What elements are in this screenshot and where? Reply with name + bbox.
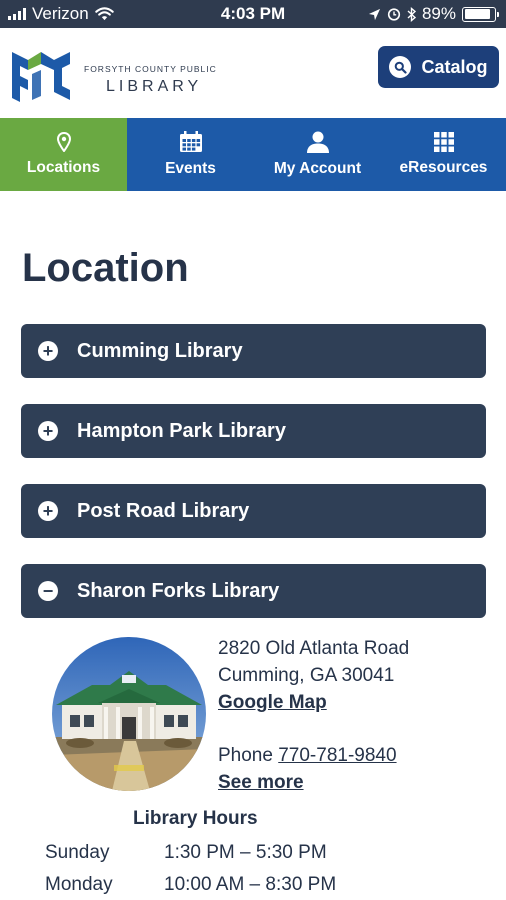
accordion-cumming-library[interactable]: + Cumming Library [21,324,486,378]
accordion-label: Post Road Library [77,499,250,522]
branch-photo [52,637,206,791]
map-pin-icon [56,132,71,152]
accordion-label: Hampton Park Library [77,419,286,442]
alarm-icon [387,8,401,21]
location-arrow-icon [368,8,381,20]
nav-item-events[interactable]: Events [127,118,254,191]
hours-title: Library Hours [133,808,258,829]
library-wordmark: LIBRARY [106,78,203,95]
nav-label-eresources: eResources [399,159,488,176]
address-line-2: Cumming, GA 30041 [218,665,395,686]
user-icon [306,131,329,153]
expand-plus-icon: + [38,421,58,441]
carrier-name: Verizon [32,4,89,23]
nav-item-eresources[interactable]: eResources [381,118,506,191]
nav-item-my-account[interactable]: My Account [254,118,381,191]
page-title: Location [22,246,189,290]
nav-label-locations: Locations [26,159,101,176]
battery-icon [462,6,499,22]
accordion-hampton-park-library[interactable]: + Hampton Park Library [21,404,486,458]
phone-row: Phone 770-781-9840 [218,745,397,767]
battery-percent: 89% [421,4,456,23]
catalog-button[interactable]: Catalog [378,46,499,88]
expand-plus-icon: + [38,341,58,361]
catalog-label: Catalog [421,56,488,77]
library-logo[interactable] [8,46,74,106]
status-bar: Verizon 4:03 PM 89% [0,0,506,28]
bluetooth-icon [407,6,416,22]
status-right: 89% [368,4,499,24]
signal-icon [8,8,26,20]
grid-icon [433,132,454,152]
status-left: Verizon [8,4,114,24]
wifi-icon [94,7,114,21]
nav-label-events: Events [165,160,216,177]
site-header: FORSYTH COUNTY PUBLIC LIBRARY Catalog [0,28,506,118]
main-nav: Locations Events My Account eResources [0,118,506,191]
hours-day: Monday [45,874,113,895]
see-more-link[interactable]: See more [218,772,304,794]
hours-day: Sunday [45,842,110,863]
address-line-1: 2820 Old Atlanta Road [218,638,410,659]
search-icon [389,56,412,78]
battery-fill [464,9,491,19]
phone-label: Phone [218,745,273,766]
hours-time: 1:30 PM – 5:30 PM [164,842,327,863]
accordion-post-road-library[interactable]: + Post Road Library [21,484,486,538]
google-map-link[interactable]: Google Map [218,692,327,714]
nav-label-my-account: My Account [273,160,362,177]
accordion-sharon-forks-library[interactable]: − Sharon Forks Library [21,564,486,618]
phone-link[interactable]: 770-781-9840 [278,745,396,766]
accordion-label: Sharon Forks Library [77,579,280,602]
hours-time: 10:00 AM – 8:30 PM [164,874,337,895]
accordion-label: Cumming Library [77,339,243,362]
collapse-minus-icon: − [38,581,58,601]
calendar-icon [179,131,202,152]
nav-item-locations[interactable]: Locations [0,118,127,191]
expand-plus-icon: + [38,501,58,521]
org-name: FORSYTH COUNTY PUBLIC [84,64,217,74]
